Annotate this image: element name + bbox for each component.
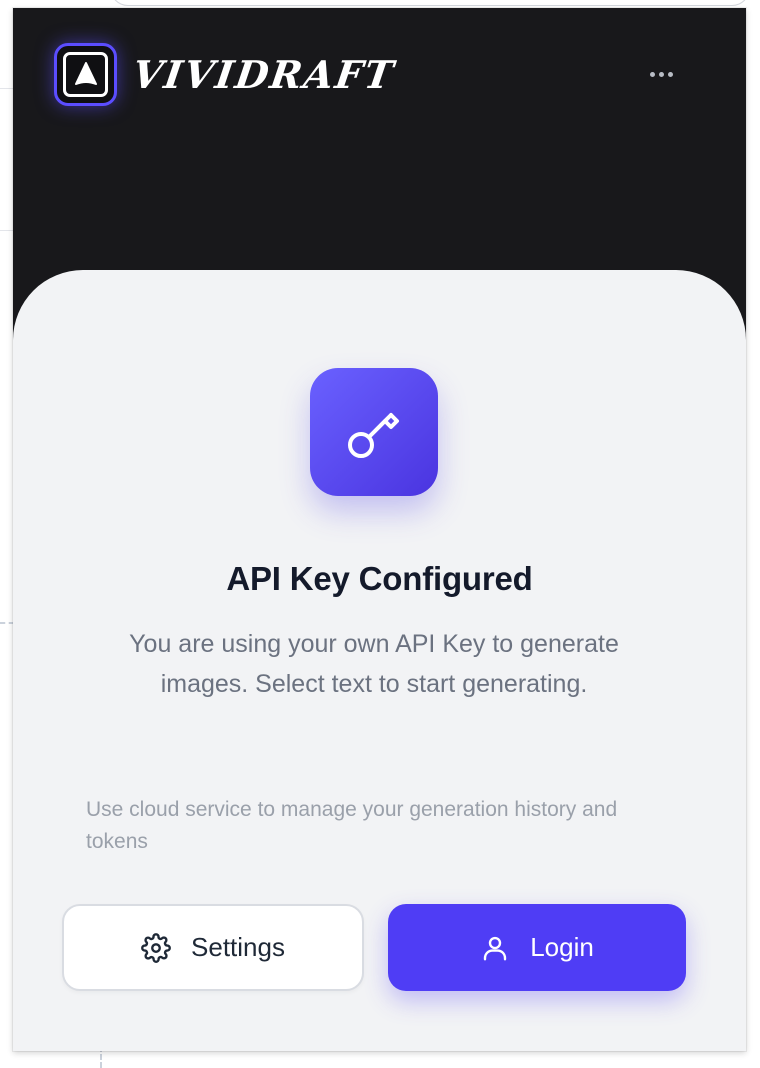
popup-header: Vividraft [13, 8, 746, 148]
arrow-up-logo-icon [63, 52, 108, 97]
status-card: API Key Configured You are using your ow… [13, 270, 746, 1051]
login-button-label: Login [530, 932, 594, 962]
gear-icon [141, 932, 171, 963]
more-horizontal-icon[interactable] [641, 60, 681, 88]
app-logo [54, 43, 117, 106]
background-divider [0, 88, 14, 89]
key-icon-tile [310, 368, 438, 496]
cloud-service-note: Use cloud service to manage your generat… [86, 798, 618, 853]
login-button[interactable]: Login [388, 904, 686, 991]
status-title: API Key Configured [226, 560, 533, 597]
extension-popup: Vividraft API Key Configured You are usi… [13, 8, 746, 1051]
settings-button[interactable]: Settings [62, 904, 364, 991]
browser-address-bar [110, 0, 750, 6]
brand-name: Vividraft [129, 52, 399, 97]
background-divider [0, 230, 14, 231]
status-description: You are using your own API Key to genera… [129, 630, 619, 698]
background-dashed-line [0, 622, 14, 624]
key-icon [348, 413, 399, 458]
user-icon [484, 936, 507, 960]
settings-button-label: Settings [191, 932, 285, 962]
